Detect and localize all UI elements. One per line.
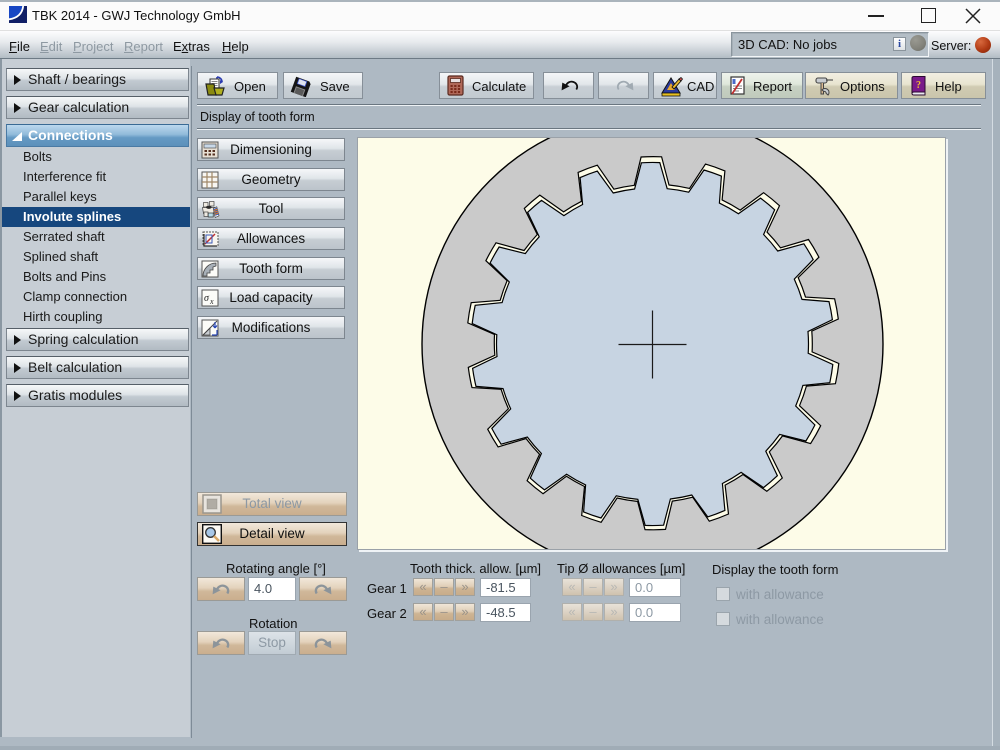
svg-text:?: ?	[916, 80, 921, 91]
svg-text:x: x	[209, 297, 214, 306]
